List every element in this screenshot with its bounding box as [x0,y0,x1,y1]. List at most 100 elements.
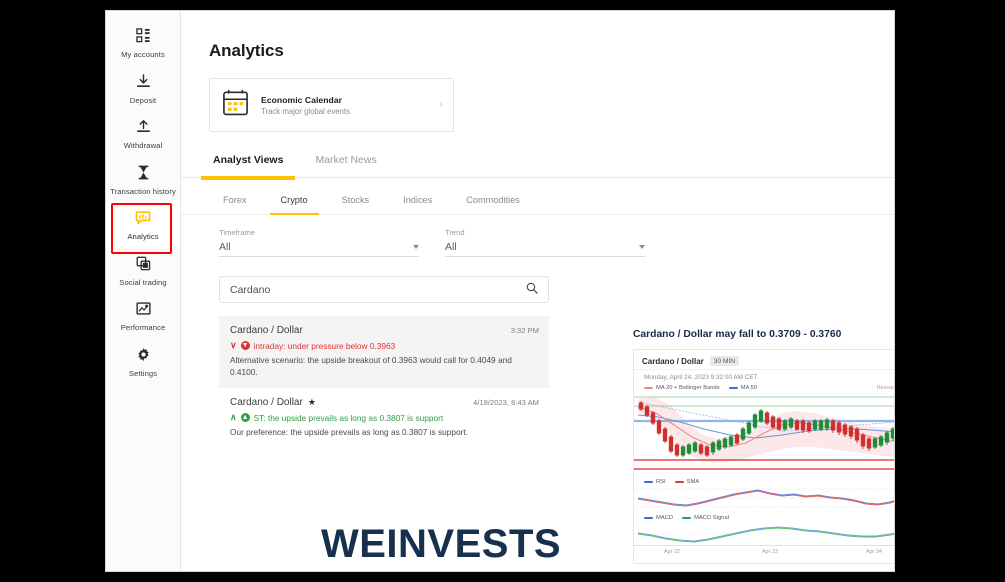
timeframe-value: All [219,241,231,253]
legend-swatch [644,480,653,484]
price-plot: 0.4100 0.4049 0.3963 0.3964 0.3760 0.370… [634,391,894,475]
news-time: 3:32 PM [510,326,539,335]
interval-badge: 30 MIN [709,356,740,366]
search-box[interactable] [219,276,549,303]
list-item[interactable]: Cardano / Dollar ★ 4/18/2023, 8:43 AM ∧ … [219,388,549,448]
trend-label: Trend [445,228,465,237]
chart-card[interactable]: Cardano / Dollar 30 MIN Monday, April 24… [633,349,894,564]
search-input[interactable] [230,283,510,296]
time-axis: Apr 22 Apr 23 Apr 24 Apr 25 [634,545,894,559]
filters-row: Timeframe All Trend All [181,215,894,257]
chart-headline: Cardano / Dollar may fall to 0.3709 - 0.… [633,329,842,340]
news-body: Alternative scenario: the upside breakou… [230,355,512,377]
news-header: Cardano / Dollar ★ 4/18/2023, 8:43 AM [230,397,539,408]
macd-chart-svg [634,526,894,543]
timeframe-select[interactable]: All [219,241,419,257]
sidebar-item-social-trading[interactable]: Social trading [106,248,180,294]
sidebar-item-label: Transaction history [110,186,176,196]
chart-card-header: Cardano / Dollar 30 MIN [634,350,894,370]
page-title: Analytics [209,41,284,60]
asset-class-tabs: Forex Crypto Stocks Indices Commodities [181,195,894,215]
sidebar-item-withdrawal[interactable]: Withdrawal [106,111,180,157]
legend-swatch [682,516,692,520]
legend-swatch [674,480,684,484]
star-icon[interactable]: ★ [308,397,316,408]
timeframe-filter: Timeframe All [219,228,419,257]
sidebar-item-settings[interactable]: Settings [106,339,180,385]
legend-swatch [644,516,653,520]
news-signal: ∧ ▲ ST: the upside prevails as long as 0… [230,412,539,423]
chevron-right-icon: › [439,99,443,110]
tab-crypto[interactable]: Crypto [269,195,319,215]
news-signal-text: intraday: under pressure below 0.3963 [253,340,396,351]
screenshot-root: My accounts Deposit Withdrawal Transacti… [0,0,1005,582]
trend-value: All [445,241,457,253]
economic-calendar-card[interactable]: Economic Calendar Track major global eve… [209,78,454,132]
arrow-down-icon: ∨ [230,340,237,350]
hourglass-icon [135,164,152,181]
calendar-card-subtitle: Track major global events [261,106,350,116]
tab-stocks[interactable]: Stocks [340,195,372,214]
x-tick: Apr 22 [664,549,680,555]
sidebar-item-label: Settings [128,368,158,378]
sidebar-item-label: Analytics [127,232,159,241]
sidebar-item-label: Performance [120,323,166,332]
sidebar-item-my-accounts[interactable]: My accounts [106,20,180,66]
price-chart-svg [634,396,894,470]
chart-pair-label: Cardano / Dollar [642,356,704,366]
sidebar-item-deposit[interactable]: Deposit [106,66,180,112]
news-pair-label: Cardano / Dollar [230,397,303,408]
macd-plot: 0 [634,521,894,545]
image-chart-icon [135,300,152,317]
rsi-plot: 70 50 30 [634,485,894,511]
upload-icon [135,118,152,135]
sidebar-item-label: Deposit [129,95,157,105]
app-window: My accounts Deposit Withdrawal Transacti… [105,10,895,572]
tab-commodities[interactable]: Commodities [464,195,522,214]
chart-date-line: Monday, April 24, 2023 9:32:00 AM CET [644,374,758,381]
tab-forex[interactable]: Forex [221,195,249,214]
rsi-chart-svg [634,488,894,508]
search-icon[interactable] [526,281,538,299]
top-tabs: Analyst Views Market News [181,154,894,180]
analyst-views-list: Cardano / Dollar 3:32 PM ∨ ▼ intraday: u… [219,316,549,448]
x-tick: Apr 23 [762,549,778,555]
trend-select[interactable]: All [445,241,645,257]
legend-swatch [728,386,738,390]
news-body: Our preference: the upside prevails as l… [230,427,468,437]
chevron-down-icon [639,245,645,249]
list-item[interactable]: Cardano / Dollar 3:32 PM ∨ ▼ intraday: u… [219,316,549,388]
calendar-card-title: Economic Calendar [261,94,343,105]
copy-icon [135,255,152,272]
tab-indices[interactable]: Indices [401,195,434,214]
tab-analyst-views[interactable]: Analyst Views [200,154,296,180]
sidebar-item-performance[interactable]: Performance [106,293,180,339]
sidebar-item-label: Withdrawal [123,141,163,150]
trend-down-badge-icon: ▼ [240,341,250,350]
grid-icon [135,27,152,44]
chart-header: Cardano / Dollar may fall to 0.3709 - 0.… [633,329,894,340]
news-signal-text: ST: the upside prevails as long as 0.380… [253,412,444,423]
chart-bubble-icon [135,209,152,226]
calendar-icon [222,89,250,122]
x-tick: Apr 24 [866,549,882,555]
news-header: Cardano / Dollar 3:32 PM [230,325,539,336]
legend-swatch [644,386,653,390]
news-signal: ∨ ▼ intraday: under pressure below 0.396… [230,340,539,351]
sidebar-item-analytics[interactable]: Analytics [106,202,180,254]
news-pair: Cardano / Dollar [230,325,303,336]
gear-icon [135,346,152,363]
chart-panel: Cardano / Dollar may fall to 0.3709 - 0.… [633,329,894,564]
sidebar-item-transaction-history[interactable]: Transaction history [106,157,180,203]
download-icon [135,73,152,90]
news-time: 4/18/2023, 8:43 AM [473,398,539,407]
sidebar: My accounts Deposit Withdrawal Transacti… [106,11,181,571]
main-content: Analytics Economic Calendar Track major … [181,11,894,571]
trend-up-badge-icon: ▲ [240,413,250,422]
timeframe-label: Timeframe [219,228,256,237]
news-pair: Cardano / Dollar ★ [230,397,316,408]
sidebar-item-label: Social trading [119,277,167,287]
arrow-up-icon: ∧ [230,412,237,422]
trend-filter: Trend All [445,228,645,257]
tab-market-news[interactable]: Market News [311,154,380,177]
